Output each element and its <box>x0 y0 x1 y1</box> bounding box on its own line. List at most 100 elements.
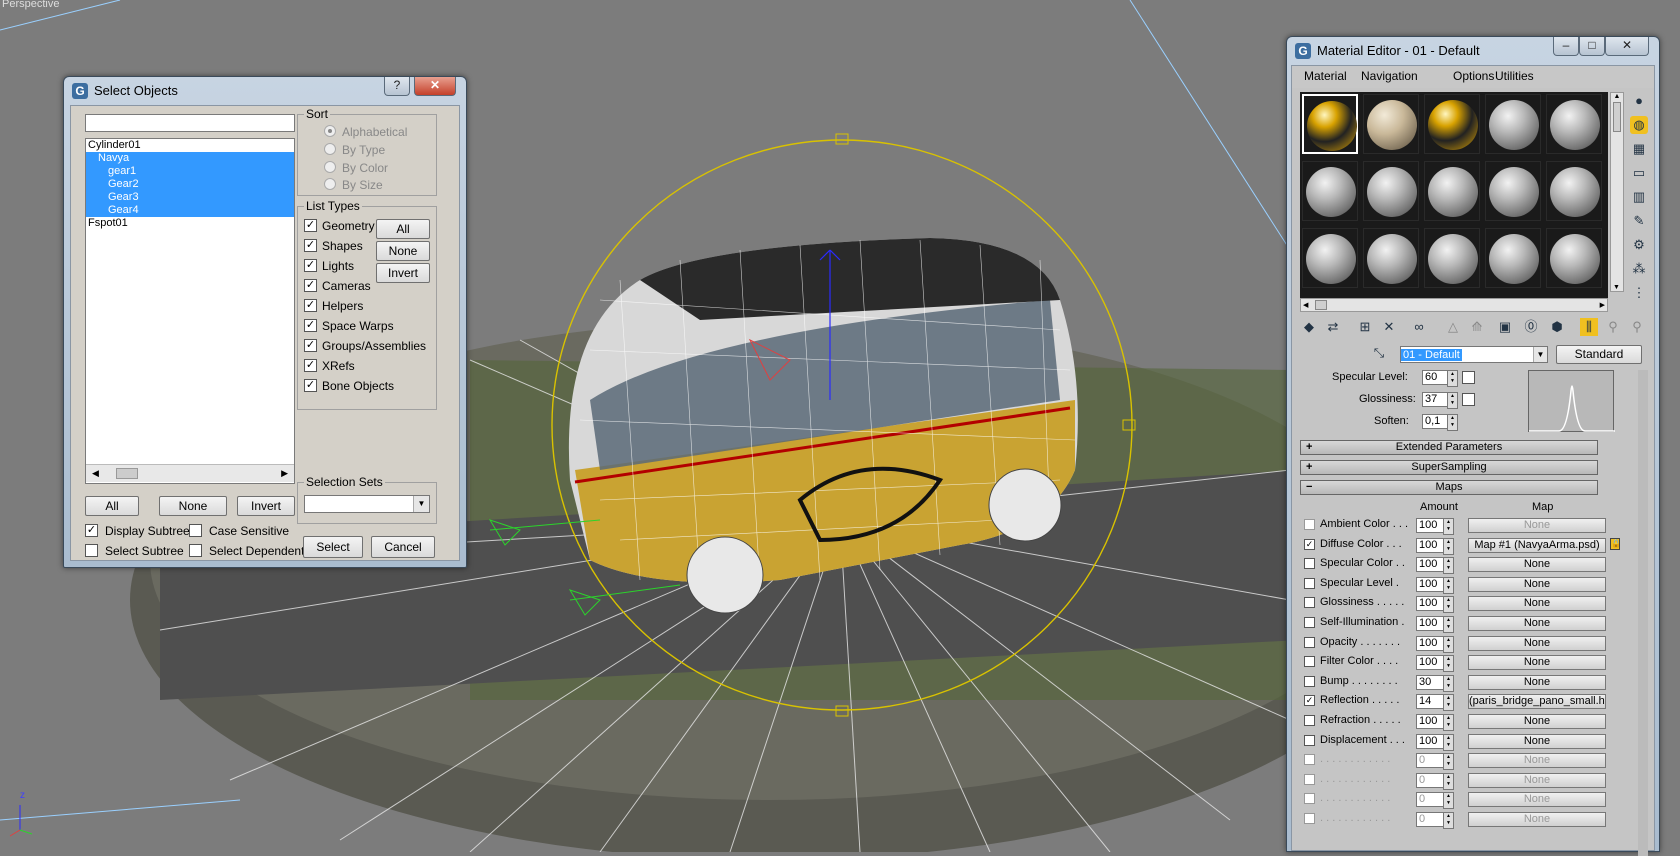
material-sample-slot[interactable] <box>1546 228 1602 288</box>
material-sample-slot[interactable] <box>1302 228 1358 288</box>
object-list-item[interactable]: Navya <box>86 152 294 165</box>
map-amount-spinner[interactable]: 100 <box>1416 635 1454 653</box>
display-subtree-checkbox[interactable]: ✓ <box>85 524 98 537</box>
map-amount-spinner[interactable]: 0 <box>1416 792 1454 810</box>
make-unique-icon[interactable]: ∞ <box>1410 318 1428 336</box>
list-types-all-button[interactable]: All <box>376 219 430 239</box>
material-sample-slot[interactable] <box>1424 94 1480 154</box>
map-enable-checkbox[interactable] <box>1304 656 1315 668</box>
assign-to-selection-icon[interactable]: ⊞ <box>1356 318 1374 336</box>
select-subtree-checkbox[interactable] <box>85 544 98 557</box>
material-sample-slot[interactable] <box>1302 161 1358 221</box>
supersampling-rollout[interactable]: + SuperSampling <box>1300 460 1598 475</box>
material-id-icon[interactable]: ⟰ <box>1468 318 1486 336</box>
sort-alphabetical-radio[interactable] <box>324 125 336 137</box>
get-material-icon[interactable]: ◆ <box>1300 318 1318 336</box>
video-color-check-icon[interactable]: ▥ <box>1630 188 1648 206</box>
object-search-input[interactable] <box>85 114 295 132</box>
parameters-scrollbar[interactable] <box>1638 370 1648 856</box>
menu-item[interactable]: Navigation <box>1361 69 1418 83</box>
map-enable-checkbox[interactable] <box>1304 675 1315 687</box>
map-amount-spinner[interactable]: 100 <box>1416 537 1454 555</box>
map-amount-spinner[interactable]: 100 <box>1416 655 1454 673</box>
background-icon[interactable]: ▦ <box>1630 140 1648 158</box>
map-amount-spinner[interactable]: 100 <box>1416 518 1454 535</box>
map-enable-checkbox[interactable] <box>1304 577 1315 589</box>
scroll-down-icon[interactable]: ▼ <box>1613 284 1620 291</box>
material-editor-titlebar[interactable]: G Material Editor - 01 - Default ‒ □ ✕ <box>1287 37 1659 64</box>
map-slot-button[interactable]: None <box>1468 596 1606 612</box>
slots-hscrollbar[interactable]: ◀ ▶ <box>1300 298 1608 312</box>
list-types-invert-button[interactable]: Invert <box>376 263 430 283</box>
scroll-up-icon[interactable]: ▲ <box>1611 93 1623 100</box>
object-list-item[interactable]: Fspot01 <box>86 217 294 230</box>
soften-spinner[interactable]: 0,1 <box>1422 414 1458 431</box>
uv-tiling-icon[interactable]: ▭ <box>1630 164 1648 182</box>
case-sensitive-checkbox[interactable] <box>189 524 202 537</box>
list-type-checkbox[interactable]: ✓ <box>304 299 317 312</box>
list-type-checkbox[interactable]: ✓ <box>304 259 317 272</box>
scroll-left-icon[interactable]: ◀ <box>1303 301 1308 309</box>
material-map-navigator-icon[interactable]: ⋮ <box>1630 284 1648 302</box>
help-button[interactable]: ? <box>384 77 410 96</box>
map-enable-checkbox[interactable]: ✓ <box>1304 538 1315 550</box>
map-slot-button[interactable]: None <box>1468 635 1606 651</box>
scroll-thumb[interactable] <box>116 468 138 479</box>
map-slot-button[interactable]: Map #1 (NavyaArma.psd) <box>1468 537 1606 553</box>
map-slot-button[interactable]: None <box>1468 655 1606 671</box>
sort-bytype-radio[interactable] <box>324 143 336 155</box>
sort-bysize-radio[interactable] <box>324 178 336 190</box>
chevron-down-icon[interactable]: ▼ <box>413 496 429 512</box>
list-type-checkbox[interactable]: ✓ <box>304 359 317 372</box>
list-types-none-button[interactable]: None <box>376 241 430 261</box>
list-type-checkbox[interactable]: ✓ <box>304 219 317 232</box>
list-type-checkbox[interactable]: ✓ <box>304 339 317 352</box>
map-slot-button[interactable]: None <box>1468 792 1606 808</box>
map-enable-checkbox[interactable] <box>1304 519 1315 530</box>
map-amount-spinner[interactable]: 100 <box>1416 557 1454 575</box>
map-slot-button[interactable]: None <box>1468 812 1606 827</box>
map-enable-checkbox[interactable] <box>1304 715 1315 726</box>
selection-sets-dropdown[interactable]: ▼ <box>304 495 430 513</box>
map-amount-spinner[interactable]: 0 <box>1416 753 1454 771</box>
maps-rollout[interactable]: − Maps <box>1300 480 1598 495</box>
material-sample-slot[interactable] <box>1546 94 1602 154</box>
slots-vscrollbar[interactable]: ▲ ▼ <box>1610 92 1624 292</box>
sort-bycolor-radio[interactable] <box>324 161 336 173</box>
make-preview-icon[interactable]: ✎ <box>1630 212 1648 230</box>
map-enable-checkbox[interactable] <box>1304 617 1315 628</box>
select-objects-titlebar[interactable]: G Select Objects ? ✕ <box>64 77 466 104</box>
minimize-button[interactable]: ‒ <box>1553 37 1579 56</box>
map-slot-button[interactable]: None <box>1468 616 1606 631</box>
close-button[interactable]: ✕ <box>414 77 456 96</box>
map-slot-button[interactable]: None <box>1468 772 1606 788</box>
map-enable-checkbox[interactable] <box>1304 773 1315 785</box>
reset-map-icon[interactable]: ✕ <box>1380 318 1398 336</box>
put-to-library-icon[interactable]: △ <box>1444 318 1462 336</box>
viewport-label[interactable]: Perspective <box>2 0 59 10</box>
map-amount-spinner[interactable]: 30 <box>1416 674 1454 692</box>
map-enable-checkbox[interactable] <box>1304 636 1315 648</box>
specular-level-map-box[interactable] <box>1462 371 1475 384</box>
put-to-scene-icon[interactable]: ⇄ <box>1324 318 1342 336</box>
material-name-field[interactable]: 01 - Default ▼ <box>1400 346 1548 363</box>
material-sample-slot[interactable] <box>1424 228 1480 288</box>
map-amount-spinner[interactable]: 100 <box>1416 596 1454 614</box>
material-type-button[interactable]: Standard <box>1556 345 1642 364</box>
map-slot-button[interactable]: (paris_bridge_pano_small.hdr) <box>1468 694 1606 710</box>
specular-level-spinner[interactable]: 60 <box>1422 370 1458 387</box>
map-amount-spinner[interactable]: 14 <box>1416 694 1454 712</box>
show-map-icon[interactable]: ▣ <box>1496 318 1514 336</box>
object-list-item[interactable]: Gear4 <box>86 204 294 217</box>
menu-item[interactable]: Utilities <box>1495 69 1534 83</box>
map-amount-spinner[interactable]: 100 <box>1416 616 1454 633</box>
list-type-checkbox[interactable]: ✓ <box>304 239 317 252</box>
material-sample-slot[interactable] <box>1363 94 1419 154</box>
lock-icon[interactable]: 🔒 <box>1610 538 1621 550</box>
map-amount-spinner[interactable]: 100 <box>1416 733 1454 751</box>
close-button[interactable]: ✕ <box>1605 37 1649 56</box>
extended-parameters-rollout[interactable]: + Extended Parameters <box>1300 440 1598 455</box>
object-list-item[interactable]: Gear2 <box>86 178 294 191</box>
eyedropper-icon[interactable]: ⚲ <box>1604 318 1622 336</box>
map-amount-spinner[interactable]: 0 <box>1416 772 1454 790</box>
